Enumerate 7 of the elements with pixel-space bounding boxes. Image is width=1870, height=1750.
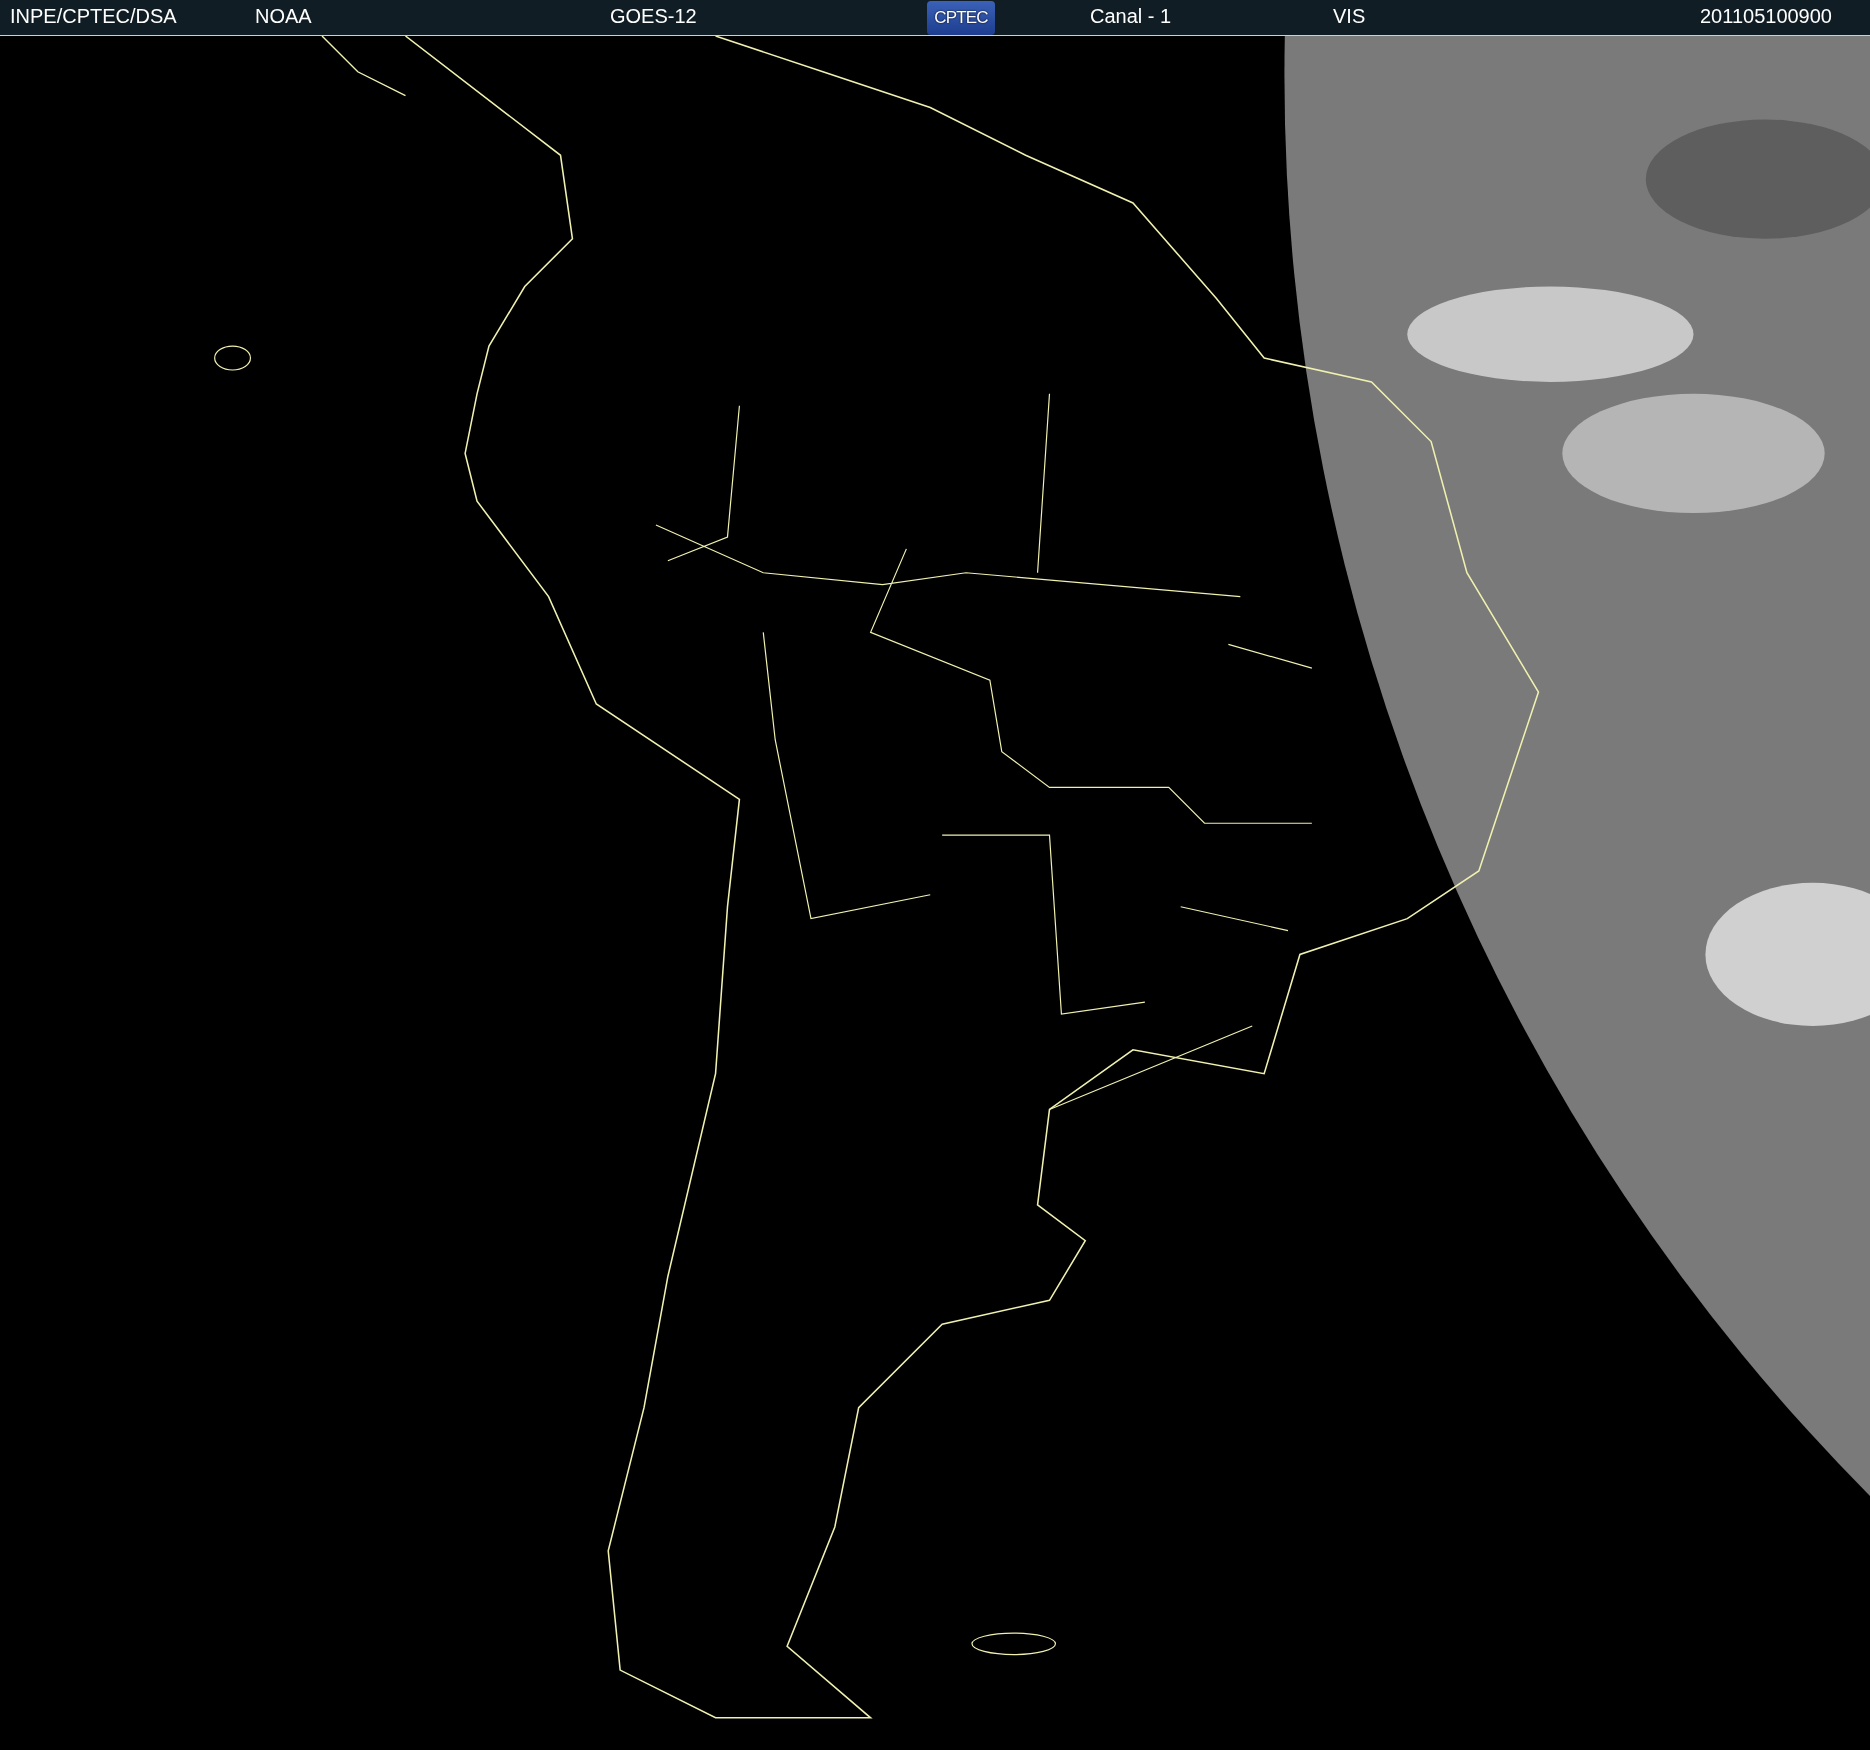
header-label: VIS — [1333, 4, 1366, 27]
cptec-logo: CPTEC — [927, 0, 995, 35]
header-label: GOES-12 — [610, 4, 697, 27]
header-label: Canal - 1 — [1090, 4, 1172, 27]
header-label: INPE/CPTEC/DSA — [10, 4, 177, 27]
header-label: NOAA — [255, 4, 312, 27]
header-label: 201105100900 — [1700, 4, 1832, 27]
